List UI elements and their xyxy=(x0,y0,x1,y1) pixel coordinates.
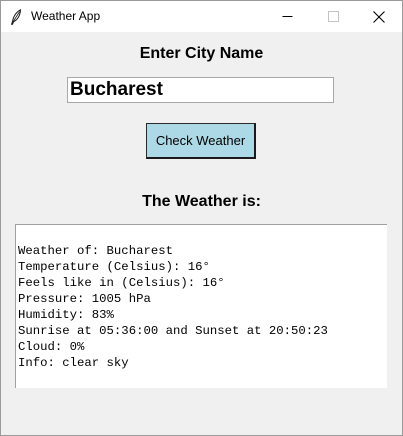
close-icon xyxy=(373,10,385,23)
result-line-humidity: Humidity: 83% xyxy=(18,308,114,322)
city-heading: Enter City Name xyxy=(139,45,264,62)
minimize-icon xyxy=(282,11,293,22)
result-line-info: Info: clear sky xyxy=(18,356,129,370)
result-line-feels-like: Feels like in (Celsius): 16° xyxy=(18,276,225,290)
maximize-button[interactable] xyxy=(310,1,356,32)
result-line-pressure: Pressure: 1005 hPa xyxy=(18,292,151,306)
title-bar[interactable]: Weather App xyxy=(1,1,402,32)
result-line-cloud: Cloud: 0% xyxy=(18,340,85,354)
check-weather-button[interactable]: Check Weather xyxy=(146,123,256,159)
result-line-location: Weather of: Bucharest xyxy=(18,244,173,258)
city-input[interactable] xyxy=(67,77,334,103)
window-title: Weather App xyxy=(31,9,101,23)
close-button[interactable] xyxy=(356,1,402,32)
maximize-icon xyxy=(327,11,339,22)
result-heading: The Weather is: xyxy=(142,193,261,210)
result-line-sun-times: Sunrise at 05:36:00 and Sunset at 20:50:… xyxy=(18,324,328,338)
feather-icon xyxy=(10,8,22,25)
app-window: Weather App Enter City Name Bucharest Ch… xyxy=(0,0,403,436)
minimize-button[interactable] xyxy=(264,1,310,32)
result-line-temperature: Temperature (Celsius): 16° xyxy=(18,260,210,274)
weather-output-box[interactable]: Weather of: Bucharest Temperature (Celsi… xyxy=(15,224,387,388)
